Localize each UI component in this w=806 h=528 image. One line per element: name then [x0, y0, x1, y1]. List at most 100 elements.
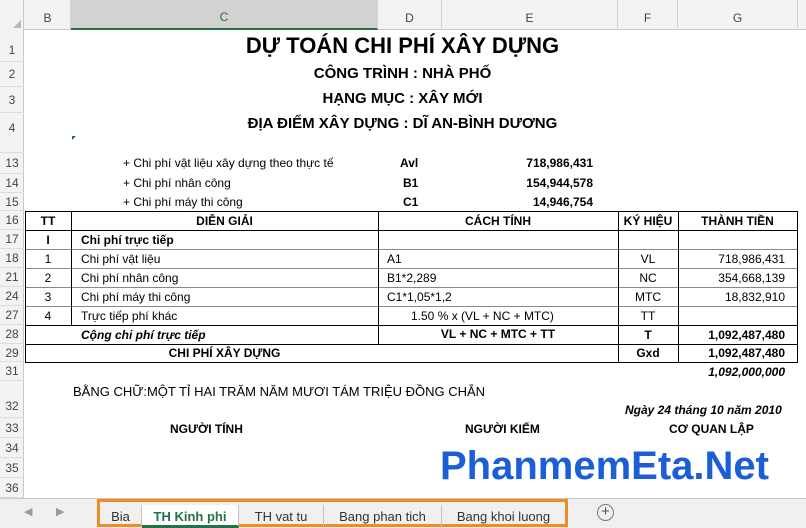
row-header[interactable]: 13 [0, 153, 24, 174]
row-header[interactable]: 18 [0, 249, 24, 268]
comment-indicator-icon [72, 136, 76, 140]
location: ĐỊA ĐIỂM XÂY DỰNG : DĨ AN-BÌNH DƯƠNG [247, 115, 558, 132]
amount-in-words: BẰNG CHỮ:MỘT TỈ HAI TRĂM NĂM MƯƠI TÁM TR… [73, 384, 486, 399]
row-header[interactable]: 24 [0, 287, 24, 306]
subtotal-label: Cộng chi phí trực tiếp [81, 328, 206, 342]
row-code: VL [640, 252, 656, 266]
row-header[interactable]: 31 [0, 362, 24, 381]
summary-value: 718,986,431 [526, 156, 593, 170]
table-border [378, 211, 379, 344]
row-header[interactable]: 28 [0, 325, 24, 344]
row-tt: 1 [44, 252, 52, 266]
row-tt: 3 [44, 290, 52, 304]
column-header-bar: B C D E F G [0, 0, 806, 30]
row-header[interactable]: 4 [0, 113, 24, 153]
document-date: Ngày 24 tháng 10 năm 2010 [625, 403, 782, 417]
col-header-desc: DIỄN GIẢI [196, 214, 253, 228]
summary-value: 154,944,578 [526, 176, 593, 190]
prev-sheet-icon[interactable]: ◀ [24, 505, 32, 518]
table-border [71, 211, 72, 325]
row-header[interactable]: 27 [0, 306, 24, 325]
row-header[interactable]: 33 [0, 418, 24, 438]
signature-calculator: NGƯỜI TÍNH [170, 422, 243, 436]
row-amount: 18,832,910 [724, 290, 785, 304]
table-border [25, 325, 798, 326]
row-desc: Trực tiếp phí khác [81, 309, 178, 323]
signature-authority: CƠ QUAN LẬP [669, 422, 754, 436]
table-border [25, 362, 798, 363]
col-header-tt: TT [40, 214, 56, 228]
row-header-column: 1 2 3 4 13 14 15 16 17 18 21 24 27 28 29… [0, 30, 24, 498]
col-header-code: KÝ HIỆU [623, 214, 673, 228]
table-border [25, 344, 798, 345]
worksheet-grid[interactable]: DỰ TOÁN CHI PHÍ XÂY DỰNG CÔNG TRÌNH : NH… [25, 30, 806, 498]
summary-code: Avl [400, 156, 419, 170]
row-desc: Chi phí nhân công [81, 271, 179, 285]
tab-th-vat-tu[interactable]: TH vat tu [239, 505, 324, 528]
watermark-logo: PhanmemEta.Net [440, 444, 769, 488]
subtotal-code: T [644, 328, 652, 342]
table-border [25, 211, 798, 212]
row-header[interactable]: 34 [0, 438, 24, 458]
col-header-calc: CÁCH TÍNH [465, 214, 531, 228]
add-sheet-icon[interactable]: + [597, 504, 614, 521]
subtotal-amount: 1,092,487,480 [708, 328, 785, 342]
tab-th-kinh-phi[interactable]: TH Kinh phi [142, 505, 239, 528]
sheet-tab-bar: ◀ ▶ Bia TH Kinh phi TH vat tu Bang phan … [0, 498, 806, 528]
row-tt: 4 [44, 309, 52, 323]
row-desc: Chi phí máy thi công [81, 290, 191, 304]
column-header-f[interactable]: F [618, 0, 678, 30]
row-header[interactable]: 35 [0, 458, 24, 478]
table-border [25, 268, 798, 269]
row-header[interactable]: 17 [0, 230, 24, 249]
select-all-corner[interactable] [0, 0, 24, 30]
tab-bang-khoi-luong[interactable]: Bang khoi luong [442, 505, 565, 528]
row-header[interactable]: 16 [0, 211, 24, 230]
grand-total-label: CHI PHÍ XÂY DỰNG [168, 346, 281, 360]
tabs-highlight: Bia TH Kinh phi TH vat tu Bang phan tich… [97, 499, 568, 528]
row-desc: Chi phí trực tiếp [81, 233, 174, 247]
row-code: TT [640, 309, 656, 323]
row-amount: 718,986,431 [718, 252, 785, 266]
row-header[interactable]: 14 [0, 174, 24, 193]
row-header[interactable]: 15 [0, 193, 24, 211]
row-header[interactable]: 2 [0, 62, 24, 87]
summary-code: C1 [403, 195, 419, 209]
table-border [797, 211, 798, 363]
table-border [25, 230, 798, 231]
row-code: NC [639, 271, 657, 285]
table-border [25, 287, 798, 288]
row-calc: 1.50 % x (VL + NC + MTC) [411, 309, 554, 323]
row-calc: B1*2,289 [387, 271, 437, 285]
row-header[interactable]: 21 [0, 268, 24, 287]
summary-value: 14,946,754 [532, 195, 593, 209]
rounded-total: 1,092,000,000 [708, 365, 785, 379]
summary-label: + Chi phí nhân công [123, 176, 231, 190]
row-calc: A1 [387, 252, 402, 266]
grand-total-code: Gxd [636, 346, 660, 360]
column-header-e[interactable]: E [442, 0, 618, 30]
column-header-c[interactable]: C [71, 0, 378, 30]
row-header[interactable]: 29 [0, 344, 24, 362]
column-header-b[interactable]: B [25, 0, 71, 30]
column-header-g[interactable]: G [678, 0, 798, 30]
row-header[interactable]: 3 [0, 87, 24, 113]
next-sheet-icon[interactable]: ▶ [56, 505, 64, 518]
summary-code: B1 [403, 176, 419, 190]
item-name: HẠNG MỤC : XÂY MỚI [322, 90, 483, 107]
row-tt: I [46, 233, 50, 247]
tab-bang-phan-tich[interactable]: Bang phan tich [324, 505, 442, 528]
row-desc: Chi phí vật liệu [81, 252, 161, 266]
document-title: DỰ TOÁN CHI PHÍ XÂY DỰNG [245, 33, 560, 58]
tab-bia[interactable]: Bia [100, 505, 142, 528]
row-tt: 2 [44, 271, 52, 285]
table-border [25, 306, 798, 307]
table-border [25, 249, 798, 250]
column-header-d[interactable]: D [378, 0, 442, 30]
summary-label: + Chi phí vật liệu xây dựng theo thực tế [123, 156, 334, 170]
project-name: CÔNG TRÌNH : NHÀ PHỐ [313, 65, 492, 82]
signature-checker: NGƯỜI KIỂM [465, 422, 540, 436]
col-header-amount: THÀNH TIỀN [701, 214, 774, 228]
row-header[interactable]: 36 [0, 478, 24, 498]
row-header[interactable]: 1 [0, 30, 24, 62]
